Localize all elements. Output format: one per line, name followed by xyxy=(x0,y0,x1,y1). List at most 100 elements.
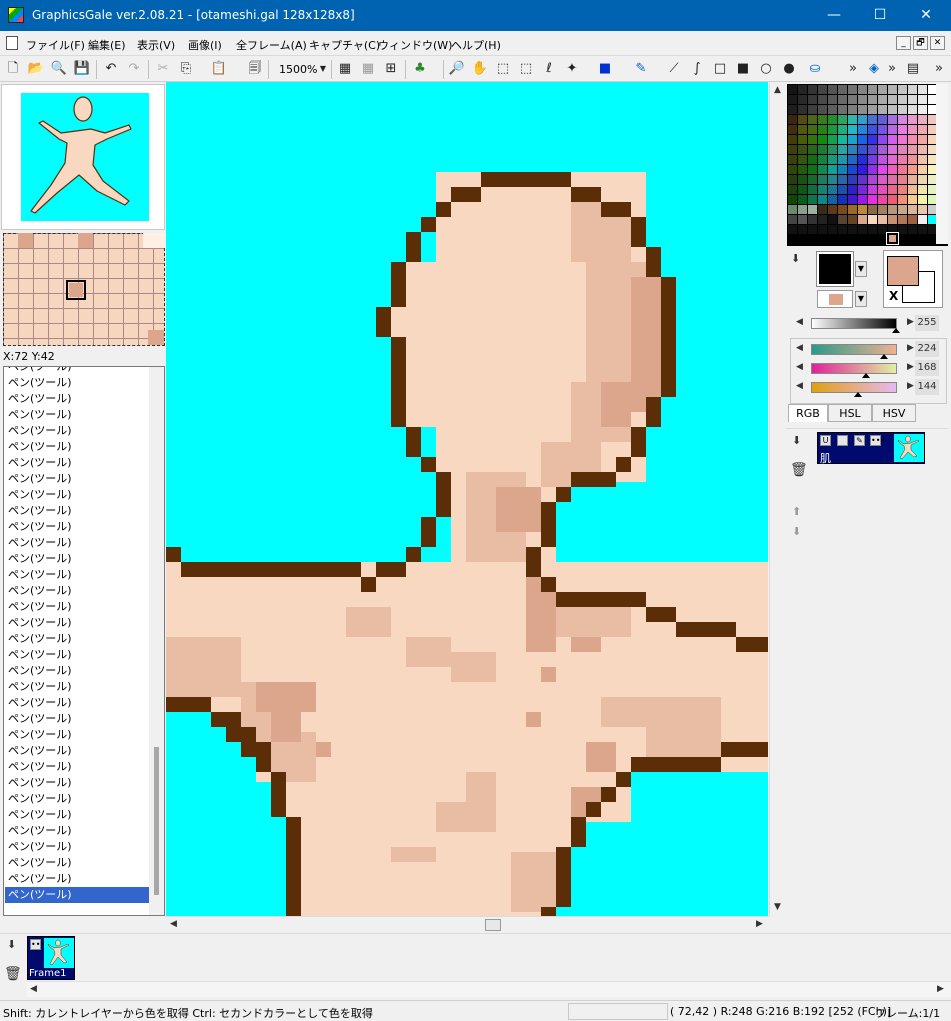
palette-swatch[interactable] xyxy=(788,215,797,224)
copy-icon[interactable]: ⎘ xyxy=(177,60,195,78)
palette-swatch[interactable] xyxy=(878,165,887,174)
history-item[interactable]: ペン(ツール) xyxy=(5,743,150,759)
palette-swatch[interactable] xyxy=(908,175,917,184)
palette-swatch[interactable] xyxy=(838,115,847,124)
palette-swatch[interactable] xyxy=(858,85,867,94)
scroll-up-icon[interactable]: ▲ xyxy=(774,85,781,95)
palette-swatch[interactable] xyxy=(898,205,907,214)
palette-swatch[interactable] xyxy=(838,125,847,134)
palette-swatch[interactable] xyxy=(838,165,847,174)
palette-swatch[interactable] xyxy=(848,125,857,134)
palette-swatch[interactable] xyxy=(818,115,827,124)
palette-swatch[interactable] xyxy=(908,105,917,114)
palette-swatch[interactable] xyxy=(808,225,817,234)
history-item[interactable]: ペン(ツール) xyxy=(5,423,150,439)
palette-swatch[interactable] xyxy=(878,205,887,214)
palette-swatch[interactable] xyxy=(888,85,897,94)
preview-icon[interactable]: 🔍 xyxy=(50,60,68,78)
scroll-left-icon[interactable]: ◀ xyxy=(30,984,37,994)
palette-swatch[interactable] xyxy=(888,175,897,184)
chevron-left-icon[interactable]: ◀ xyxy=(796,381,803,391)
history-item[interactable]: ペン(ツール) xyxy=(5,583,150,599)
palette-swatch[interactable] xyxy=(848,155,857,164)
edit-icon[interactable]: ✎ xyxy=(854,435,865,446)
palette-swatch[interactable] xyxy=(788,165,797,174)
palette-swatch[interactable] xyxy=(808,155,817,164)
history-item[interactable]: ペン(ツール) xyxy=(5,647,150,663)
slider-knob[interactable] xyxy=(862,373,870,378)
history-item[interactable]: ペン(ツール) xyxy=(5,439,150,455)
transform-icon[interactable]: ⊞ xyxy=(382,60,400,78)
history-item[interactable]: ペン(ツール) xyxy=(5,567,150,583)
palette-swatch[interactable] xyxy=(838,105,847,114)
palette-swatch[interactable] xyxy=(828,175,837,184)
cut-icon[interactable]: ✂ xyxy=(154,60,172,78)
palette-swatch[interactable] xyxy=(898,145,907,154)
palette-swatch[interactable] xyxy=(868,175,877,184)
palette-swatch[interactable] xyxy=(808,215,817,224)
palette-swatch[interactable] xyxy=(878,155,887,164)
history-item[interactable]: ペン(ツール) xyxy=(5,503,150,519)
history-item[interactable]: ペン(ツール) xyxy=(5,839,150,855)
palette-swatch[interactable] xyxy=(848,195,857,204)
palette-swatch[interactable] xyxy=(868,125,877,134)
palette-swatch[interactable] xyxy=(858,205,867,214)
import-icon[interactable]: ⬇ xyxy=(7,938,16,951)
palette-swatch[interactable] xyxy=(888,215,897,224)
palette-selected-swatch[interactable] xyxy=(886,232,899,245)
palette-swatch[interactable] xyxy=(808,195,817,204)
history-item[interactable]: ペン(ツール) xyxy=(5,855,150,871)
palette-swatch[interactable] xyxy=(908,225,917,234)
palette-swatch[interactable] xyxy=(798,125,807,134)
palette-swatch[interactable] xyxy=(898,195,907,204)
palette-swatch[interactable] xyxy=(848,215,857,224)
palette-swatch[interactable] xyxy=(888,165,897,174)
history-item[interactable]: ペン(ツール) xyxy=(5,711,150,727)
palette-swatch[interactable] xyxy=(788,185,797,194)
palette-swatch[interactable] xyxy=(838,195,847,204)
palette-swatch[interactable] xyxy=(868,205,877,214)
palette-swatch[interactable] xyxy=(788,155,797,164)
layer-options-icon[interactable]: ••• xyxy=(870,435,885,446)
palette-swatch[interactable] xyxy=(878,85,887,94)
gray-value[interactable]: 255 xyxy=(915,315,939,331)
palette-swatch[interactable] xyxy=(868,105,877,114)
palette-swatch[interactable] xyxy=(798,195,807,204)
menu-image[interactable]: 画像(I) xyxy=(188,37,222,53)
canvas-vertical-scrollbar[interactable]: ▲ ▼ xyxy=(769,82,785,916)
palette-scrollbar[interactable] xyxy=(936,84,948,244)
canvas-horizontal-scrollbar[interactable]: ◀ ▶ xyxy=(166,916,769,933)
palette-swatch[interactable] xyxy=(918,225,927,234)
hand-icon[interactable]: ✋ xyxy=(471,60,489,78)
more-icon[interactable]: » xyxy=(844,60,862,78)
palette-swatch[interactable] xyxy=(818,105,827,114)
palette-swatch[interactable] xyxy=(848,185,857,194)
slider-knob[interactable] xyxy=(892,328,900,333)
palette-swatch[interactable] xyxy=(858,95,867,104)
palette-swatch[interactable] xyxy=(828,185,837,194)
palette-swatch[interactable] xyxy=(798,205,807,214)
palette-swatch[interactable] xyxy=(838,175,847,184)
palette-swatch[interactable] xyxy=(818,205,827,214)
palette-swatch[interactable] xyxy=(828,155,837,164)
chevron-down-icon[interactable]: ▼ xyxy=(314,60,332,78)
history-item[interactable]: ペン(ツール) xyxy=(5,407,150,423)
palette-swatch[interactable] xyxy=(848,85,857,94)
gray-slider-track[interactable] xyxy=(811,318,897,329)
palette-swatch[interactable] xyxy=(908,115,917,124)
history-item[interactable]: ペン(ツール) xyxy=(5,679,150,695)
palette-swatch[interactable] xyxy=(918,195,927,204)
palette-swatch[interactable] xyxy=(808,105,817,114)
palette-swatch[interactable] xyxy=(818,225,827,234)
chevron-right-icon[interactable]: ▶ xyxy=(907,317,914,327)
gray-slider[interactable]: ◀ ▶ 255 xyxy=(796,315,946,333)
close-button[interactable]: ✕ xyxy=(903,0,949,31)
palette-swatch[interactable] xyxy=(838,95,847,104)
palette-swatch[interactable] xyxy=(818,95,827,104)
scroll-thumb[interactable] xyxy=(485,919,501,931)
dropper-layer-icon[interactable]: ♣ xyxy=(411,60,429,78)
history-item[interactable]: ペン(ツール) xyxy=(5,775,150,791)
palette-swatch[interactable] xyxy=(918,95,927,104)
history-scrollbar[interactable] xyxy=(149,367,164,915)
palette-swatch[interactable] xyxy=(838,215,847,224)
